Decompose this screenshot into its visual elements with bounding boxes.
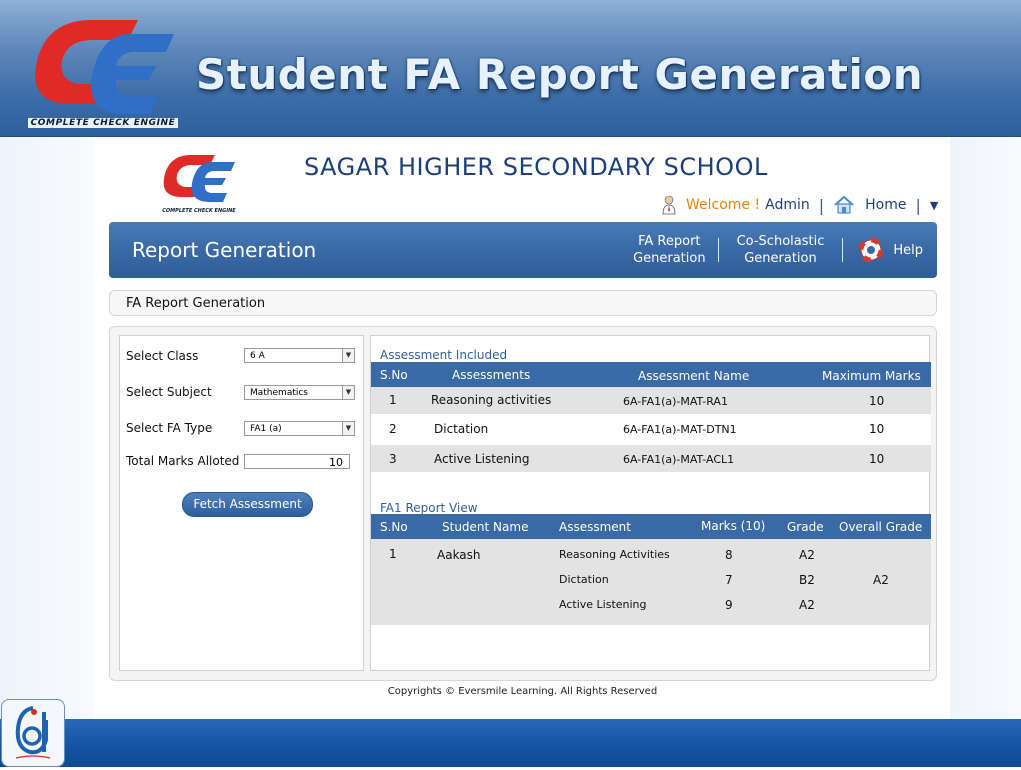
app-panel: COMPLETE CHECK ENGINE SAGAR HIGHER SECON… (95, 137, 950, 719)
cell-grade: A2 (799, 598, 815, 612)
nav-label-line2: Generation (633, 251, 706, 266)
report-table: S.No Student Name Assessment Marks (10) … (371, 514, 931, 625)
nav-label-line1: Co-Scholastic (736, 234, 825, 249)
eversmile-logo (1, 699, 65, 767)
cell-grade: B2 (799, 573, 815, 587)
col-assessments: Assessments (452, 368, 531, 382)
col-marks: Marks (10) (701, 519, 766, 533)
cell-marks: 9 (725, 598, 733, 612)
nav-co-scholastic-generation[interactable]: Co-Scholastic Generation (719, 233, 843, 267)
fa-type-select-value: FA1 (a) (250, 424, 282, 434)
cell-sno: 1 (389, 393, 397, 407)
fa1-report-view-title: FA1 Report View (380, 501, 478, 515)
cell-assessment: Reasoning activities (431, 393, 552, 407)
cell-student-name: Aakash (437, 548, 481, 562)
separator: | (818, 195, 825, 215)
page-title: Report Generation (132, 238, 317, 262)
subject-select-value: Mathematics (250, 388, 308, 398)
cell-assessment: Active Listening (559, 598, 647, 611)
welcome-text: Welcome ! (686, 197, 761, 213)
work-area: Select Class 6 A ▼ Select Subject Mathem… (109, 326, 937, 681)
user-bar: Welcome ! Admin | Home | ▼ (660, 194, 938, 216)
left-background (0, 137, 95, 719)
chevron-down-icon[interactable]: ▼ (930, 199, 938, 212)
col-maximum-marks: Maximum Marks (822, 369, 921, 383)
table-row: 1 Reasoning activities 6A-FA1(a)-MAT-RA1… (371, 387, 931, 414)
table-header: S.No Assessments Assessment Name Maximum… (371, 362, 931, 387)
cell-marks: 8 (725, 548, 733, 562)
header-nav: FA Report Generation Co-Scholastic Gener… (621, 222, 923, 278)
fetch-assessment-button[interactable]: Fetch Assessment (182, 492, 313, 517)
school-logo: COMPLETE CHECK ENGINE (159, 151, 239, 215)
cell-max-marks: 10 (869, 452, 885, 466)
cell-assessment-name: 6A-FA1(a)-MAT-RA1 (623, 395, 728, 408)
copyright-footer: Copyrights © Eversmile Learning. All Rig… (387, 686, 658, 697)
assessment-table: S.No Assessments Assessment Name Maximum… (371, 362, 931, 472)
col-student-name: Student Name (442, 520, 529, 534)
nav-label-line2: Generation (744, 251, 817, 266)
header-bar: Report Generation FA Report Generation C… (109, 222, 937, 278)
breadcrumb: FA Report Generation (109, 290, 937, 316)
separator: | (915, 195, 921, 215)
logo-caption: COMPLETE CHECK ENGINE (28, 118, 178, 128)
dropdown-arrow-icon[interactable]: ▼ (342, 422, 354, 435)
results-panel: Assessment Included S.No Assessments Ass… (370, 335, 931, 671)
filter-form: Select Class 6 A ▼ Select Subject Mathem… (119, 335, 364, 671)
fa-type-select[interactable]: FA1 (a) ▼ (244, 421, 355, 436)
lifebuoy-icon (859, 238, 884, 262)
total-marks-input[interactable]: 10 (244, 454, 350, 469)
col-sno: S.No (380, 520, 408, 534)
nav-fa-report-generation[interactable]: FA Report Generation (621, 233, 718, 267)
col-overall-grade: Overall Grade (839, 520, 923, 534)
fa-type-label: Select FA Type (126, 421, 213, 435)
col-sno: S.No (380, 368, 408, 382)
home-icon[interactable] (833, 196, 855, 214)
assessment-included-title: Assessment Included (380, 348, 508, 362)
subject-label: Select Subject (126, 385, 212, 399)
help-button[interactable]: Help (843, 238, 923, 262)
col-assessment: Assessment (559, 520, 631, 534)
dropdown-arrow-icon[interactable]: ▼ (342, 386, 354, 399)
slide-footer-bar (0, 719, 1021, 767)
school-name: SAGAR HIGHER SECONDARY SCHOOL (304, 153, 768, 181)
cell-assessment: Active Listening (434, 452, 530, 466)
class-label: Select Class (126, 349, 199, 363)
cell-marks: 7 (725, 573, 733, 587)
nav-label-line1: FA Report (638, 234, 701, 249)
slide-title: Student FA Report Generation (196, 50, 924, 99)
cell-overall-grade: A2 (873, 573, 889, 587)
subject-select[interactable]: Mathematics ▼ (244, 385, 355, 400)
cell-assessment: Reasoning Activities (559, 548, 670, 561)
user-icon (662, 195, 676, 215)
cell-max-marks: 10 (869, 394, 885, 408)
right-background (950, 137, 1021, 719)
table-row: 2 Dictation 6A-FA1(a)-MAT-DTN1 10 (371, 414, 931, 445)
cell-sno: 1 (389, 547, 397, 561)
help-label: Help (893, 242, 923, 258)
dropdown-arrow-icon[interactable]: ▼ (342, 349, 354, 362)
cell-sno: 3 (389, 452, 397, 466)
class-select-value: 6 A (250, 351, 265, 361)
table-row: 1 Aakash Reasoning Activities 8 A2 Dicta… (371, 539, 931, 625)
cell-assessment-name: 6A-FA1(a)-MAT-ACL1 (623, 453, 735, 466)
class-select[interactable]: 6 A ▼ (244, 348, 355, 363)
table-row: 3 Active Listening 6A-FA1(a)-MAT-ACL1 10 (371, 445, 931, 472)
cell-assessment: Dictation (559, 573, 609, 586)
table-header: S.No Student Name Assessment Marks (10) … (371, 514, 931, 539)
col-grade: Grade (787, 520, 824, 534)
cell-max-marks: 10 (869, 422, 885, 436)
home-link[interactable]: Home (865, 197, 906, 213)
user-name-link[interactable]: Admin (765, 197, 810, 213)
total-marks-label: Total Marks Alloted : (126, 454, 248, 468)
cell-assessment: Dictation (434, 422, 489, 436)
cell-grade: A2 (799, 548, 815, 562)
cce-logo: COMPLETE CHECK ENGINE (28, 14, 178, 132)
cell-assessment-name: 6A-FA1(a)-MAT-DTN1 (623, 423, 737, 436)
school-logo-caption: COMPLETE CHECK ENGINE (162, 208, 236, 214)
col-assessment-name: Assessment Name (638, 369, 750, 383)
cell-sno: 2 (389, 422, 397, 436)
slide-banner: COMPLETE CHECK ENGINE Student FA Report … (0, 0, 1021, 138)
